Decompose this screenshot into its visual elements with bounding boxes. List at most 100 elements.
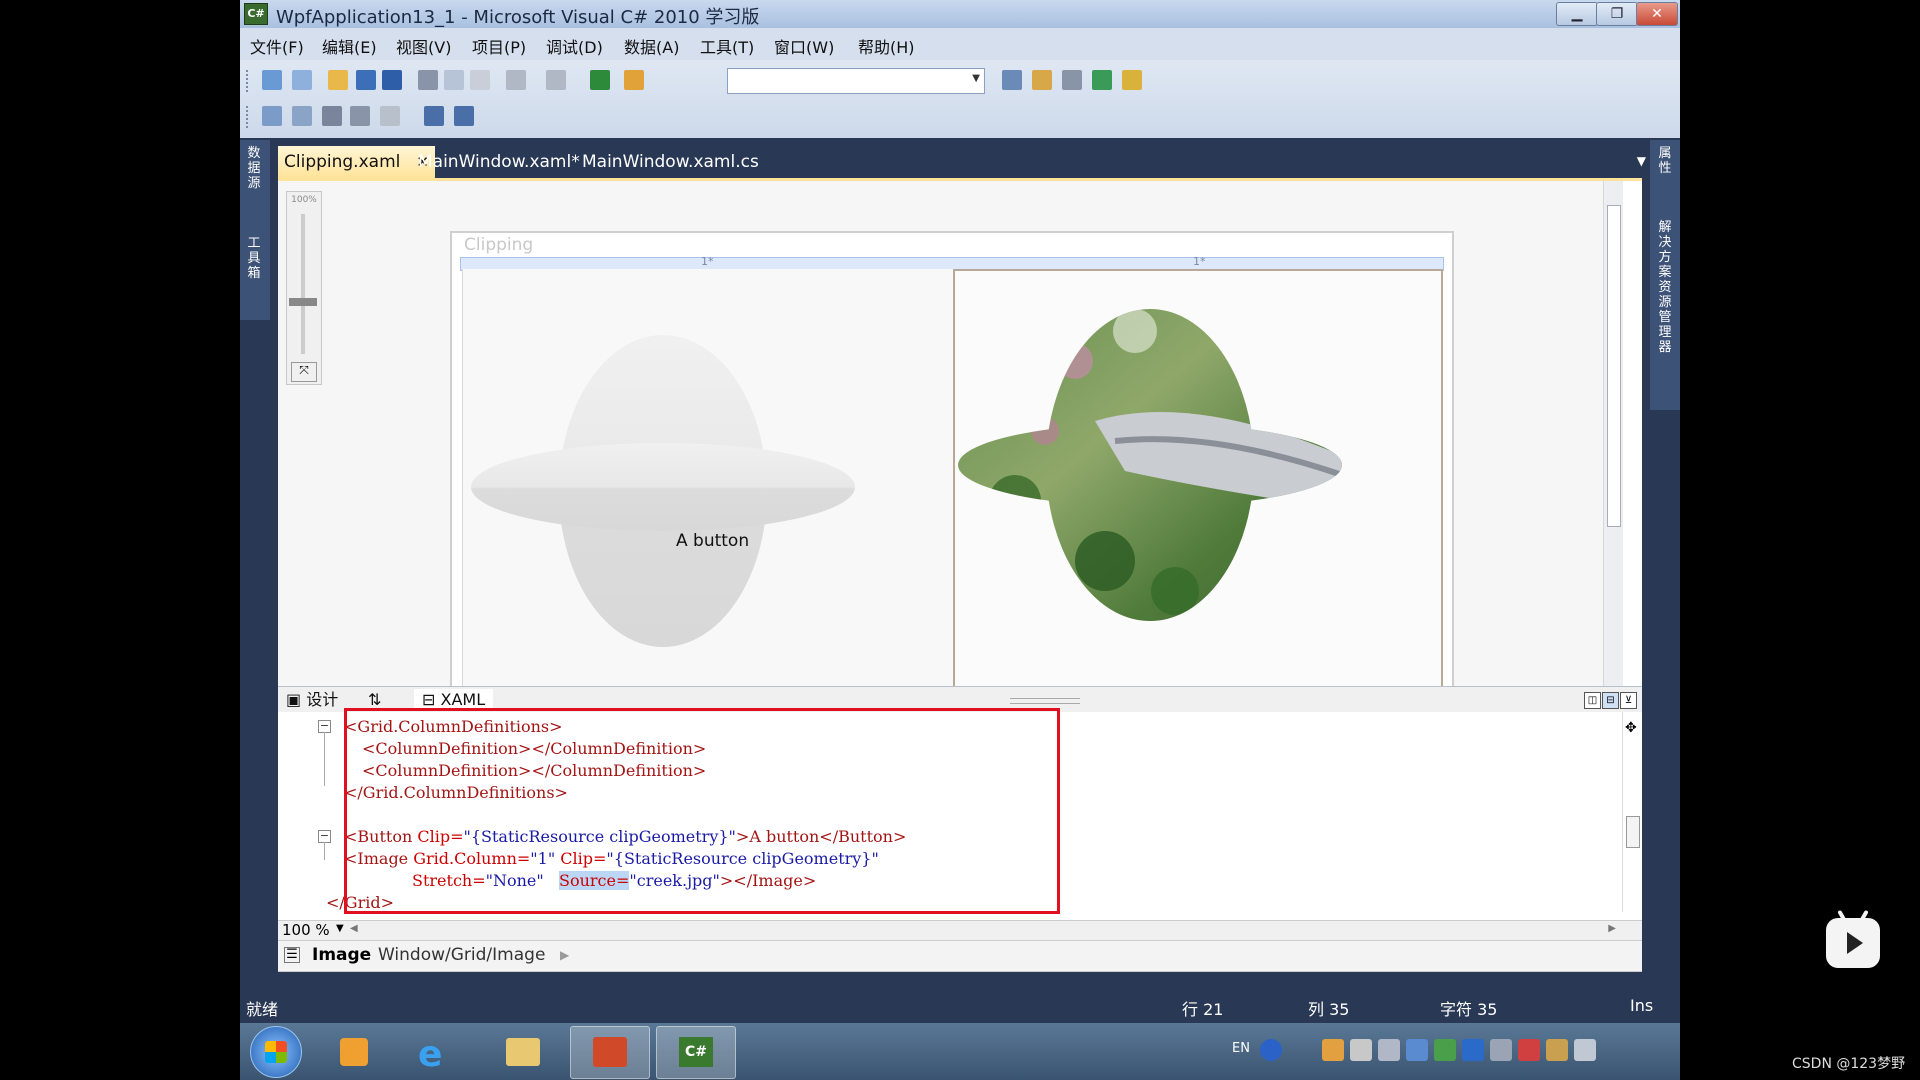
zoom-slider-thumb[interactable] — [289, 298, 317, 306]
split-grabber[interactable] — [1010, 698, 1080, 704]
tray-speaker-icon[interactable] — [1574, 1039, 1596, 1061]
properties-icon[interactable] — [1032, 70, 1052, 90]
bilibili-play-icon[interactable] — [1826, 909, 1880, 968]
cut-icon[interactable] — [418, 70, 438, 90]
menu-file[interactable]: 文件(F) — [250, 34, 304, 58]
xaml-vertical-scrollbar[interactable]: ✥ — [1622, 712, 1642, 912]
toolbar-grip[interactable] — [246, 70, 251, 92]
split-editor-icon[interactable]: ✥ — [1625, 720, 1637, 736]
toolbar-grip-2[interactable] — [246, 106, 251, 128]
minimize-button[interactable]: ▁ — [1556, 2, 1598, 26]
select-icon[interactable] — [322, 106, 342, 126]
windows-taskbar: e C# EN — [240, 1023, 1680, 1080]
xaml-zoom-combo[interactable]: 100 % — [282, 921, 330, 939]
bilibili-ear — [1837, 909, 1847, 923]
breadcrumb-arrow-icon[interactable]: ▶ — [560, 948, 569, 962]
designer-zoom-slider[interactable]: 100% ⤧ — [286, 191, 322, 385]
menu-debug[interactable]: 调试(D) — [546, 34, 603, 58]
paste-icon[interactable] — [470, 70, 490, 90]
breadcrumb[interactable]: Window/Grid/Image — [378, 945, 545, 965]
menu-edit[interactable]: 编辑(E) — [322, 34, 377, 58]
taskbar-explorer[interactable] — [484, 1026, 562, 1077]
start-page-icon[interactable] — [1092, 70, 1112, 90]
taskbar-visual-csharp[interactable]: C# — [656, 1026, 736, 1079]
tray-sync-icon[interactable] — [1406, 1039, 1428, 1061]
menu-data[interactable]: 数据(A) — [624, 34, 679, 58]
tray-display-icon[interactable] — [1462, 1039, 1484, 1061]
status-ready: 就绪 — [246, 1000, 279, 1019]
zoom-slider-track — [301, 214, 305, 354]
add-item-icon[interactable] — [292, 70, 312, 90]
redo-icon[interactable] — [546, 70, 566, 90]
tab-dropdown-icon[interactable]: ▼ — [1637, 154, 1646, 168]
language-indicator[interactable]: EN — [1232, 1041, 1250, 1056]
column-2-size: 1* — [1193, 255, 1206, 268]
find-in-files-icon[interactable] — [624, 70, 644, 90]
properties-tab[interactable]: 属性 — [1655, 146, 1675, 176]
text-icon[interactable] — [350, 106, 370, 126]
layout-icon[interactable] — [262, 106, 282, 126]
save-icon[interactable] — [356, 70, 376, 90]
grid-column-1[interactable]: A button — [462, 269, 953, 689]
wpf-window-preview[interactable]: Clipping 1* 1* A button — [450, 231, 1454, 695]
solution-explorer-icon[interactable] — [1002, 70, 1022, 90]
start-debug-icon[interactable] — [590, 70, 610, 90]
tab-mainwindow-xaml-cs[interactable]: MainWindow.xaml.cs — [582, 146, 759, 178]
data-sources-tab[interactable]: 数据源 — [244, 146, 264, 191]
watermark: CSDN @123梦野 — [1792, 1056, 1906, 1072]
maximize-button[interactable]: ❐ — [1596, 2, 1638, 26]
solution-explorer-tab[interactable]: 解决方案资源管理器 — [1655, 220, 1675, 355]
tray-power-icon[interactable] — [1546, 1039, 1568, 1061]
volume-icon[interactable] — [1378, 1039, 1400, 1061]
start-button[interactable] — [250, 1026, 302, 1078]
grid-column-2[interactable] — [953, 269, 1443, 691]
outdent-icon[interactable] — [454, 106, 474, 126]
zoom-icon[interactable] — [292, 106, 312, 126]
clipped-button-shape[interactable] — [463, 269, 953, 689]
open-file-icon[interactable] — [328, 70, 348, 90]
indent-icon[interactable] — [424, 106, 444, 126]
vertical-split-icon[interactable]: ◫ — [1584, 692, 1601, 709]
copy-icon[interactable] — [444, 70, 464, 90]
left-tool-panel: 数据源 工具箱 — [240, 140, 270, 320]
chevron-down-icon[interactable]: ▼ — [336, 923, 344, 934]
scroll-right-icon[interactable]: ▶ — [1608, 923, 1616, 934]
close-button[interactable]: ✕ — [1636, 2, 1678, 26]
selected-element-name[interactable]: Image — [312, 945, 371, 965]
taskbar-media-player[interactable] — [316, 1026, 394, 1077]
data-sources-label: 数据源 — [247, 146, 261, 191]
fit-to-window-icon[interactable]: ⤧ — [291, 362, 317, 382]
help-icon[interactable] — [1260, 1039, 1282, 1061]
new-project-icon[interactable] — [262, 70, 282, 90]
xaml-scroll-thumb[interactable] — [1626, 816, 1640, 848]
tab-mainwindow-xaml[interactable]: MainWindow.xaml* — [418, 146, 580, 178]
align-icon[interactable] — [380, 106, 400, 126]
clipped-creek-image[interactable] — [955, 271, 1441, 691]
designer-vertical-scrollbar[interactable] — [1603, 181, 1623, 689]
toolbox-tab[interactable]: 工具箱 — [244, 236, 264, 281]
horizontal-split-icon[interactable]: ⊟ — [1602, 692, 1619, 709]
menu-project[interactable]: 项目(P) — [472, 34, 526, 58]
collapse-pane-icon[interactable]: ⊻ — [1620, 692, 1637, 709]
menu-view[interactable]: 视图(V) — [396, 34, 451, 58]
tray-flag-icon[interactable] — [1518, 1039, 1540, 1061]
tray-app-icon[interactable] — [1322, 1039, 1344, 1061]
menu-help[interactable]: 帮助(H) — [858, 34, 915, 58]
scroll-left-icon[interactable]: ◀ — [350, 923, 358, 934]
taskbar-ie[interactable]: e — [396, 1026, 474, 1077]
save-all-icon[interactable] — [382, 70, 402, 90]
solution-config-combo[interactable]: ▼ — [727, 68, 985, 94]
extension-manager-icon[interactable] — [1122, 70, 1142, 90]
tray-device-icon[interactable] — [1490, 1039, 1512, 1061]
toolbox-icon[interactable] — [1062, 70, 1082, 90]
menu-window[interactable]: 窗口(W) — [774, 34, 834, 58]
tab-design[interactable]: ▣ 设计 — [286, 689, 338, 711]
designer-scroll-thumb[interactable] — [1607, 205, 1621, 527]
tray-security-icon[interactable] — [1434, 1039, 1456, 1061]
menu-tools[interactable]: 工具(T) — [700, 34, 754, 58]
tray-network-icon[interactable] — [1350, 1039, 1372, 1061]
undo-icon[interactable] — [506, 70, 526, 90]
wpf-designer-surface[interactable]: 100% ⤧ Clipping 1* 1* A button — [278, 181, 1623, 695]
tab-clipping-xaml[interactable]: Clipping.xaml ✕ — [278, 146, 435, 178]
taskbar-powerpoint[interactable] — [570, 1026, 650, 1079]
